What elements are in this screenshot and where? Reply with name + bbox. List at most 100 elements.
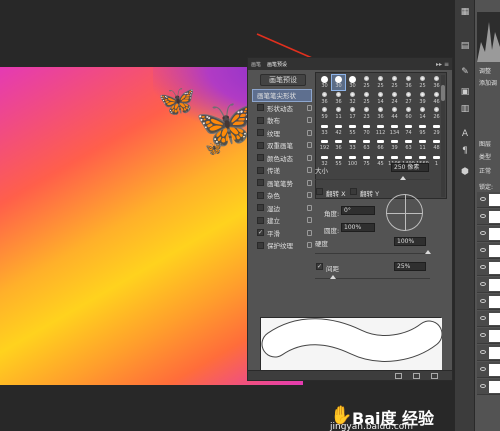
layer-row[interactable] — [477, 379, 500, 395]
lock-icon[interactable] — [307, 192, 312, 198]
brush-tip-preset[interactable]: 36 — [374, 106, 387, 121]
brush-tip-preset[interactable]: 11 — [332, 106, 345, 121]
brush-tip-preset[interactable]: 55 — [332, 153, 345, 168]
hardness-slider-track[interactable] — [315, 253, 430, 254]
brush-option-item[interactable]: 湿边 — [252, 202, 312, 215]
eye-icon[interactable] — [480, 350, 486, 354]
eye-icon[interactable] — [480, 231, 486, 235]
flip-x-checkbox[interactable] — [316, 188, 323, 195]
brush-tip-preset[interactable]: 33 — [346, 137, 359, 152]
eye-icon[interactable] — [480, 367, 486, 371]
brush-option-item[interactable]: 建立 — [252, 214, 312, 227]
brush-tip-preset[interactable]: 30 — [318, 75, 331, 90]
brush-tip-preset[interactable]: 36 — [332, 91, 345, 106]
brush-tip-preset[interactable]: 39 — [416, 91, 429, 106]
lock-icon[interactable] — [307, 217, 312, 223]
lock-icon[interactable] — [307, 104, 312, 111]
open-preset-manager-icon[interactable] — [413, 373, 420, 379]
brush-tip-preset[interactable]: 48 — [430, 137, 443, 152]
hardness-value-field[interactable]: 100% — [394, 237, 426, 246]
lock-icon[interactable] — [307, 242, 312, 248]
brush-option-item[interactable]: 散布 — [252, 114, 312, 127]
option-checkbox[interactable] — [257, 179, 264, 187]
brush-tip-preset[interactable]: 45 — [374, 153, 387, 168]
brush-tip-preset[interactable]: 25 — [416, 75, 429, 90]
brush-tip-preset[interactable]: 63 — [360, 137, 373, 152]
size-slider-knob[interactable] — [400, 176, 406, 180]
panel-menu-icon[interactable]: ▸▸ ≡ — [436, 61, 449, 68]
option-checkbox[interactable]: ✓ — [257, 229, 264, 237]
brush-option-item[interactable]: 杂色 — [252, 189, 312, 202]
brush-tip-preset[interactable]: 36 — [332, 137, 345, 152]
eye-icon[interactable] — [480, 197, 486, 201]
brush-tip-preset[interactable]: 36 — [318, 91, 331, 106]
size-value-field[interactable]: 250 像素 — [391, 163, 429, 172]
layer-row[interactable] — [477, 362, 500, 378]
layer-filter-type[interactable]: 类型 — [479, 152, 500, 161]
brush-tip-preset[interactable]: 26 — [430, 106, 443, 121]
brush-tip-preset[interactable]: 25 — [374, 75, 387, 90]
option-checkbox[interactable] — [257, 129, 264, 137]
spacing-checkbox[interactable]: ✓ — [316, 263, 323, 270]
brush-tip-preset[interactable]: 42 — [332, 122, 345, 137]
roundness-value-field[interactable]: 100% — [341, 223, 375, 232]
brush-tip-preset[interactable]: 39 — [388, 137, 401, 152]
eye-icon[interactable] — [480, 214, 486, 218]
eye-icon[interactable] — [480, 384, 486, 388]
brush-tip-preset[interactable]: 25 — [360, 75, 373, 90]
lock-icon[interactable] — [307, 142, 312, 148]
brush-tip-preset[interactable]: 33 — [318, 122, 331, 137]
history-icon[interactable]: ▦ — [459, 6, 471, 18]
option-checkbox[interactable] — [257, 216, 264, 224]
lock-icon[interactable] — [307, 167, 312, 173]
swatches-icon[interactable]: ▥ — [459, 103, 471, 115]
brush-tip-preset[interactable]: 27 — [402, 91, 415, 106]
brush-tip-preset[interactable]: 29 — [430, 122, 443, 137]
brush-option-item[interactable]: ✓ 平滑 — [252, 227, 312, 240]
tab-brush[interactable]: 画笔 — [251, 61, 261, 68]
properties-icon[interactable]: ▤ — [459, 40, 471, 52]
brush-tip-preset[interactable]: 66 — [374, 137, 387, 152]
layer-row[interactable] — [477, 345, 500, 361]
brush-tip-preset[interactable]: 25 — [360, 91, 373, 106]
option-checkbox[interactable] — [257, 141, 264, 149]
eye-icon[interactable] — [480, 248, 486, 252]
brush-tip-preset[interactable]: 70 — [360, 122, 373, 137]
layer-row[interactable] — [477, 277, 500, 293]
lock-icon[interactable] — [307, 204, 312, 211]
brush-presets-button[interactable]: 画笔预设 — [260, 74, 306, 86]
option-checkbox[interactable] — [257, 166, 264, 174]
eye-icon[interactable] — [480, 316, 486, 320]
flip-y-checkbox[interactable] — [350, 188, 357, 195]
layer-row[interactable] — [477, 294, 500, 310]
angle-roundness-widget[interactable] — [386, 194, 423, 231]
option-checkbox[interactable] — [257, 204, 264, 212]
angle-value-field[interactable]: 0° — [341, 206, 375, 215]
brush-tip-preset[interactable]: 30 — [331, 74, 346, 91]
option-checkbox[interactable] — [257, 104, 264, 112]
lock-icon[interactable] — [307, 117, 312, 123]
brush-tip-preset[interactable]: 46 — [430, 91, 443, 106]
create-new-brush-icon[interactable] — [431, 373, 438, 379]
brush-option-item[interactable]: 传递 — [252, 164, 312, 177]
brush-tip-preset[interactable]: 32 — [346, 91, 359, 106]
brush-tip-preset[interactable]: 17 — [346, 106, 359, 121]
brush-option-item[interactable]: 颜色动态 — [252, 152, 312, 165]
brush-tip-preset[interactable]: 11 — [416, 137, 429, 152]
brush-tip-preset[interactable]: 59 — [318, 106, 331, 121]
eye-icon[interactable] — [480, 282, 486, 286]
eye-icon[interactable] — [480, 333, 486, 337]
eye-icon[interactable] — [480, 299, 486, 303]
brush-option-item[interactable]: 形状动态 — [252, 102, 312, 115]
brush-tip-preset[interactable]: 30 — [346, 75, 359, 90]
layer-row[interactable] — [477, 243, 500, 259]
blend-mode-select[interactable]: 正常 — [479, 166, 500, 175]
layer-row[interactable] — [477, 209, 500, 225]
spacing-slider-knob[interactable] — [330, 275, 336, 279]
toggle-live-tip-icon[interactable] — [395, 373, 402, 379]
brush-option-item[interactable]: 保护纹理 — [252, 239, 312, 252]
brush-tip-preset[interactable]: 36 — [402, 75, 415, 90]
brush-tip-preset[interactable]: 74 — [402, 122, 415, 137]
layer-row[interactable] — [477, 328, 500, 344]
brush-tip-preset[interactable]: 44 — [388, 106, 401, 121]
